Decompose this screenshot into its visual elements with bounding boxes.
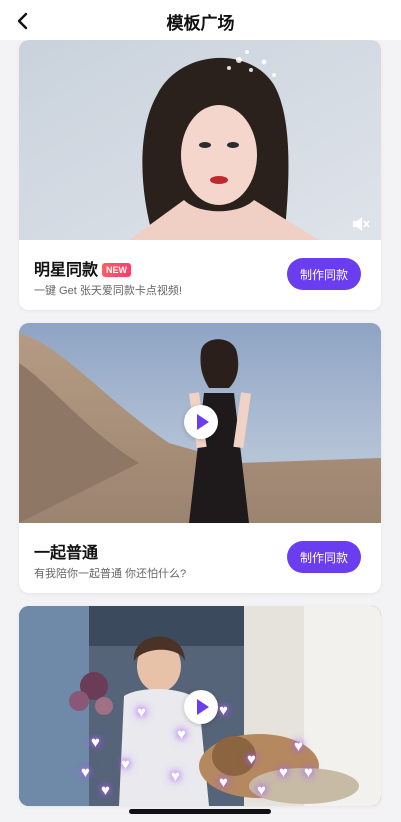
template-preview-video[interactable] [19,40,381,240]
page-title: 模板广场 [166,14,235,33]
heart-icon: ♥ [81,764,90,781]
card-title-text: 明星同款 [34,262,99,279]
heart-icon: ♥ [137,704,146,721]
heart-icon: ♥ [219,774,228,791]
mute-icon[interactable] [351,216,371,232]
heart-icon: ♥ [279,764,288,781]
heart-icon: ♥ [304,764,313,781]
preview-image [19,40,381,240]
card-title: 明星同款 NEW [34,256,132,280]
heart-icon: ♥ [121,756,130,773]
play-icon[interactable] [184,405,218,439]
template-square-screen: 模板广场 明星同款 NEW 一键 Get 张天爱同款卡点视频! 制作同款 一起普… [0,0,401,822]
heart-icon: ♥ [101,782,110,799]
new-badge: NEW [102,263,132,277]
card-subtitle: 一键 Get 张天爱同款卡点视频! [34,285,182,297]
heart-icon: ♥ [171,768,180,785]
template-card-ordinary[interactable]: 一起普通 有我陪你一起普通 你还怕什么? 制作同款 [19,323,381,593]
template-card-third[interactable]: ♥ ♥ ♥ ♥ ♥ ♥ ♥ ♥ ♥ ♥ ♥ ♥ ♥ ♥ [19,606,381,806]
make-same-button[interactable]: 制作同款 [287,258,361,290]
play-icon[interactable] [184,690,218,724]
make-same-button[interactable]: 制作同款 [287,541,361,573]
header-bar: 模板广场 [0,0,401,40]
template-preview-video[interactable] [19,323,381,523]
home-indicator [129,809,271,814]
heart-icon: ♥ [219,702,228,719]
card-info: 明星同款 NEW 一键 Get 张天爱同款卡点视频! 制作同款 [19,240,381,310]
heart-icon: ♥ [177,726,186,743]
heart-icon: ♥ [257,782,266,799]
heart-icon: ♥ [91,734,100,751]
heart-icon: ♥ [294,738,303,755]
template-card-star[interactable]: 明星同款 NEW 一键 Get 张天爱同款卡点视频! 制作同款 [19,40,381,310]
card-subtitle: 有我陪你一起普通 你还怕什么? [34,568,187,580]
heart-icon: ♥ [247,751,256,768]
card-info: 一起普通 有我陪你一起普通 你还怕什么? 制作同款 [19,523,381,593]
card-title: 一起普通 [34,545,99,562]
template-preview-video[interactable]: ♥ ♥ ♥ ♥ ♥ ♥ ♥ ♥ ♥ ♥ ♥ ♥ ♥ ♥ [19,606,381,806]
